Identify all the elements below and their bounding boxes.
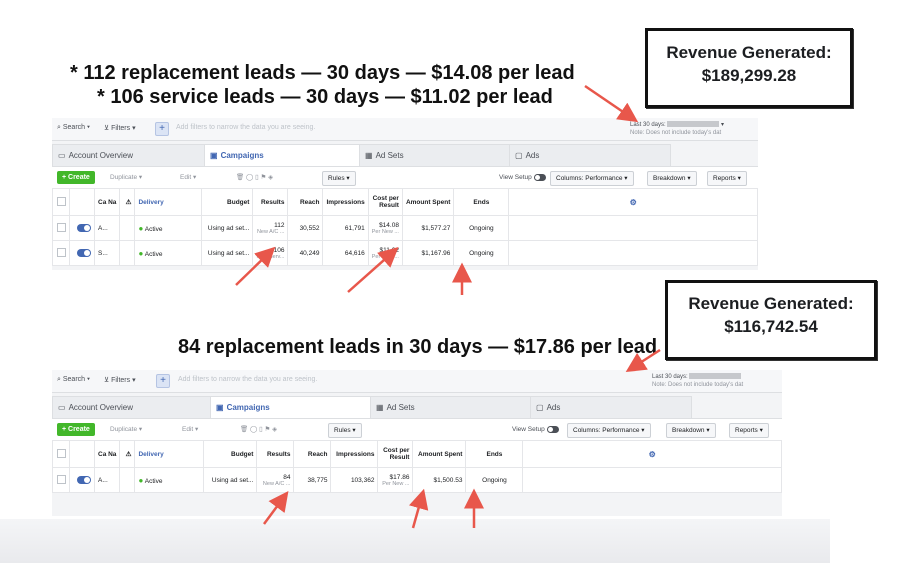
arrow-to-date-range-1	[584, 84, 639, 123]
arrow-to-date-range-2	[625, 348, 661, 373]
arrow-to-results-1	[235, 246, 276, 286]
annotation-arrows	[235, 84, 661, 529]
arrow-to-results-2	[262, 490, 289, 525]
arrow-to-cost-2	[408, 488, 429, 529]
arrow-to-cost-1	[347, 247, 399, 293]
